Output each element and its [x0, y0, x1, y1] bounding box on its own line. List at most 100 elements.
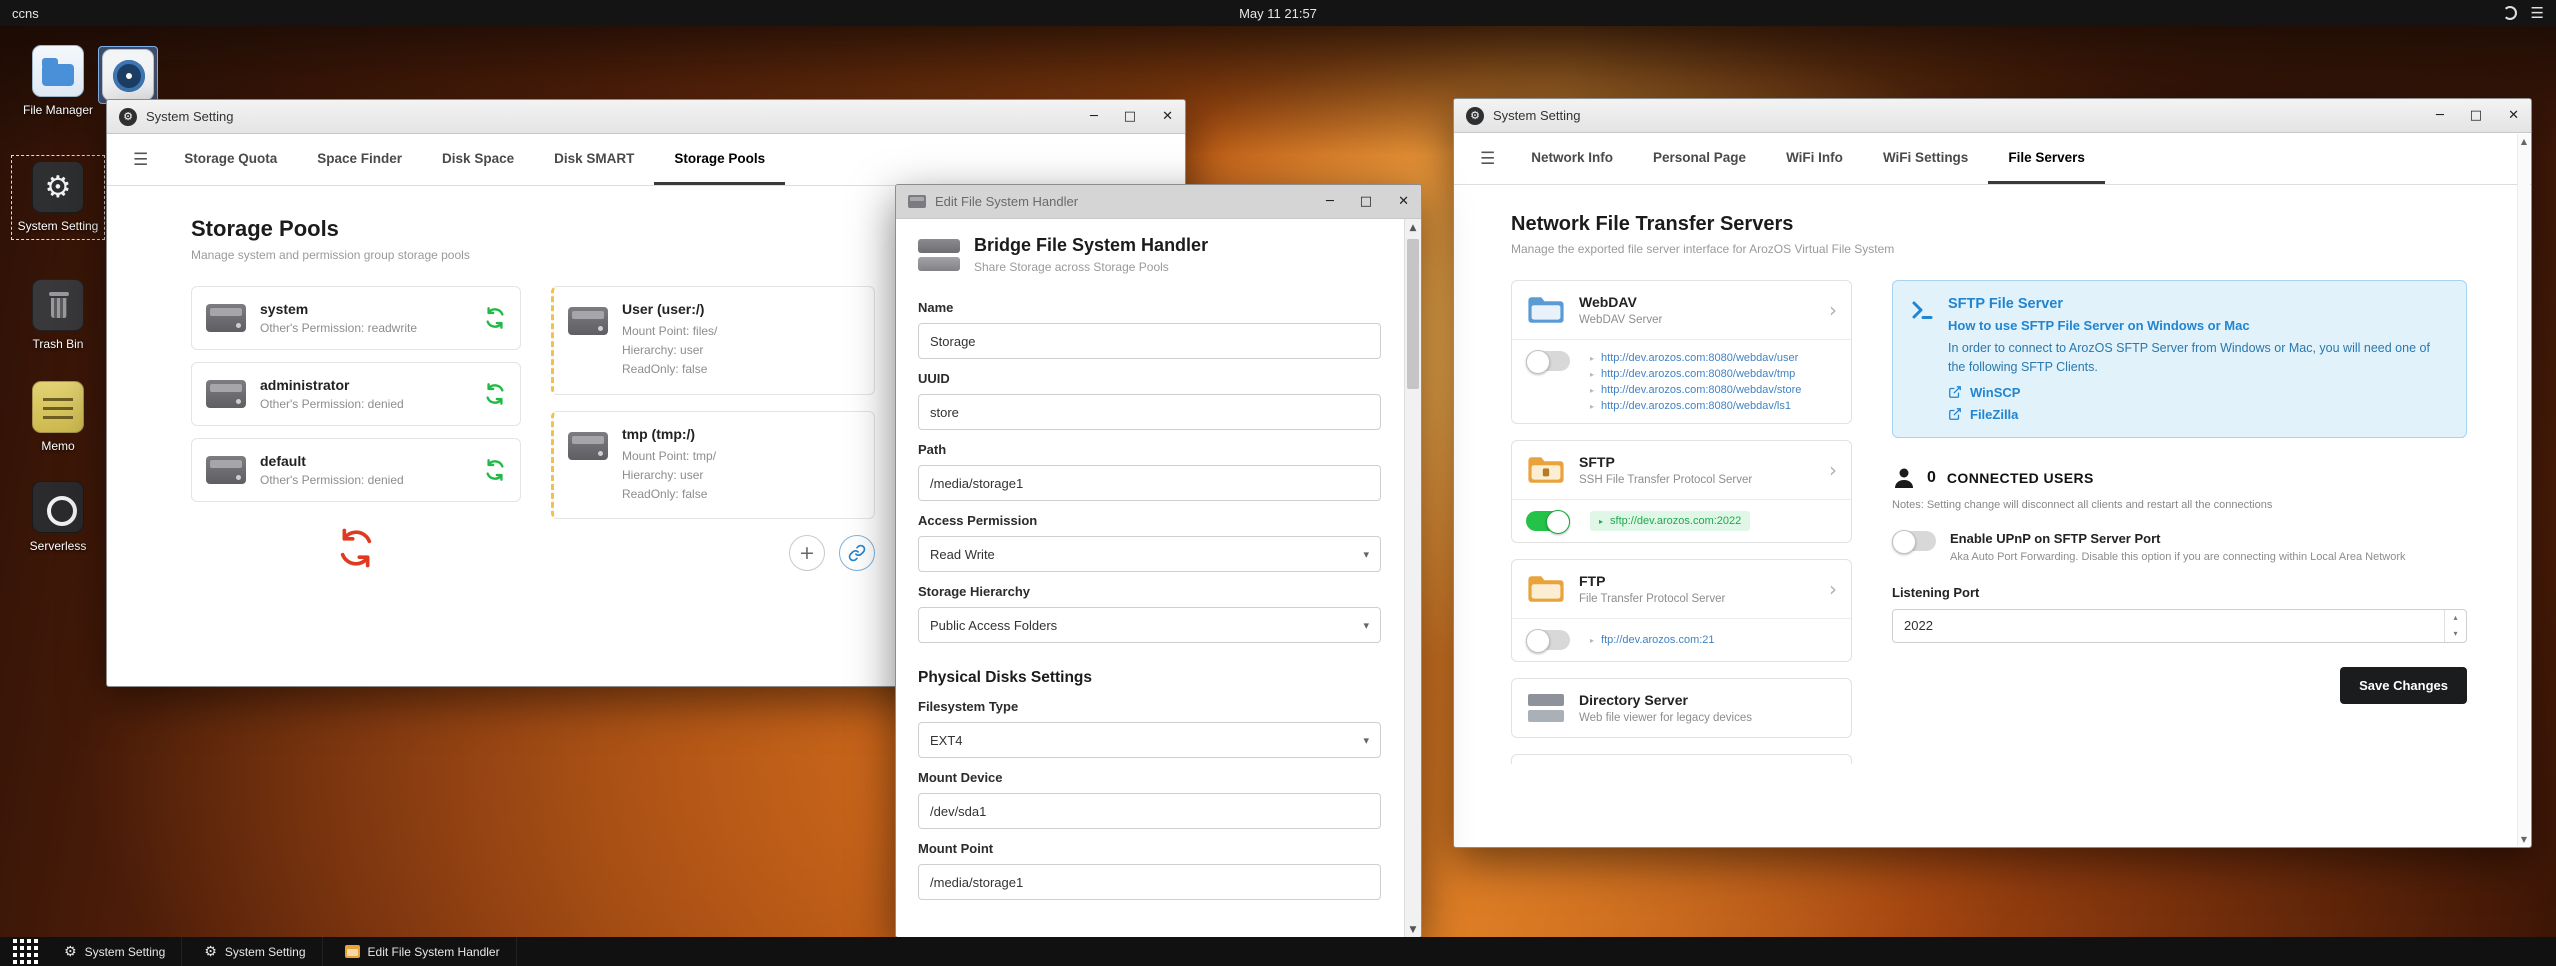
sftp-toggle[interactable]: [1526, 510, 1570, 534]
clock: May 11 21:57: [1239, 5, 1317, 21]
tab-disk-space[interactable]: Disk Space: [422, 134, 534, 185]
window-scrollbar[interactable]: ▲ ▼: [1404, 219, 1421, 937]
minimize-button[interactable]: ─: [2436, 109, 2444, 122]
drive-icon: [206, 304, 246, 332]
maximize-button[interactable]: □: [2470, 109, 2482, 122]
name-input[interactable]: [918, 323, 1381, 359]
topbar-menu-icon[interactable]: ☰: [2531, 4, 2544, 22]
close-button[interactable]: ✕: [2508, 109, 2519, 122]
sync-icon[interactable]: [484, 307, 506, 329]
tab-file-servers[interactable]: File Servers: [1988, 133, 2105, 184]
sync-icon[interactable]: [484, 459, 506, 481]
maximize-button[interactable]: □: [1360, 195, 1372, 208]
connected-users-row: 0 CONNECTED USERS: [1892, 466, 2467, 490]
mount-device-input[interactable]: [918, 793, 1381, 829]
listening-port-input[interactable]: [1892, 608, 2467, 643]
tab-personal-page[interactable]: Personal Page: [1633, 133, 1766, 184]
sidebar-menu-icon[interactable]: ☰: [117, 150, 164, 170]
spinner-down-icon[interactable]: ▾: [2445, 626, 2466, 642]
server-card-partial: [1511, 754, 1852, 764]
desktop-icon-media-app[interactable]: [98, 46, 158, 104]
sync-icon[interactable]: [484, 383, 506, 405]
scroll-up-icon[interactable]: ▲: [2518, 134, 2530, 148]
add-mount-button[interactable]: +: [789, 535, 825, 572]
desktop-icon-memo[interactable]: Memo: [10, 378, 106, 457]
tab-wifi-settings[interactable]: WiFi Settings: [1863, 133, 1988, 184]
ftp-toggle[interactable]: [1526, 629, 1570, 653]
gear-icon: ⚙: [204, 943, 217, 960]
storage-pool-card-administrator[interactable]: administrator Other's Permission: denied: [191, 362, 521, 426]
chevron-right-icon[interactable]: ›: [1829, 577, 1837, 601]
tab-storage-pools[interactable]: Storage Pools: [654, 134, 786, 185]
ftp-link[interactable]: ftp://dev.arozos.com:21: [1601, 634, 1715, 646]
client-link-filezilla[interactable]: FileZilla: [1948, 407, 2449, 422]
sftp-link[interactable]: sftp://dev.arozos.com:2022: [1610, 515, 1741, 527]
access-permission-select[interactable]: Read Write ▾: [918, 536, 1381, 572]
close-button[interactable]: ✕: [1398, 195, 1409, 208]
server-card-header[interactable]: Directory Server Web file viewer for leg…: [1512, 679, 1851, 737]
uuid-input[interactable]: [918, 394, 1381, 430]
task-item-system-setting-2[interactable]: ⚙ System Setting: [188, 937, 323, 966]
upnp-toggle[interactable]: [1892, 529, 1936, 554]
mount-card-user[interactable]: User (user:/) Mount Point: files/ Hierar…: [551, 286, 875, 395]
minimize-button[interactable]: ─: [1090, 110, 1098, 123]
webdav-link[interactable]: http://dev.arozos.com:8080/webdav/store: [1601, 384, 1801, 396]
refresh-pools-icon[interactable]: [336, 528, 376, 568]
app-grid-icon: [12, 939, 17, 943]
form-title: Bridge File System Handler: [974, 235, 1209, 255]
server-card-header[interactable]: SFTP SSH File Transfer Protocol Server ›: [1512, 441, 1851, 499]
desktop-icon-label: Trash Bin: [32, 337, 84, 351]
sidebar-menu-icon[interactable]: ☰: [1464, 149, 1511, 169]
mount-point-input[interactable]: [918, 864, 1381, 900]
close-button[interactable]: ✕: [1162, 110, 1173, 123]
scroll-down-icon[interactable]: ▼: [2518, 832, 2530, 846]
maximize-button[interactable]: □: [1124, 110, 1136, 123]
server-card-header[interactable]: FTP File Transfer Protocol Server ›: [1512, 560, 1851, 618]
desktop-icon-system-setting[interactable]: ⚙ System Setting: [10, 155, 106, 240]
mount-card-tmp[interactable]: tmp (tmp:/) Mount Point: tmp/ Hierarchy:…: [551, 410, 875, 520]
mount-hierarchy: Hierarchy: user: [622, 343, 704, 358]
gear-icon: ⚙: [1466, 106, 1484, 125]
storage-pool-card-system[interactable]: system Other's Permission: readwrite: [191, 286, 521, 350]
scroll-down-icon[interactable]: ▼: [1405, 921, 1421, 937]
window-titlebar[interactable]: ⚙ System Setting ─ □ ✕: [1454, 99, 2531, 133]
chevron-right-icon[interactable]: ›: [1829, 458, 1837, 482]
chevron-right-icon[interactable]: ›: [1829, 298, 1837, 322]
spinner-up-icon[interactable]: ▴: [2445, 610, 2466, 626]
client-link-winscp[interactable]: WinSCP: [1948, 385, 2449, 400]
status-ring-icon[interactable]: [2502, 6, 2517, 20]
server-card-header[interactable]: WebDAV WebDAV Server ›: [1512, 281, 1851, 339]
webdav-link[interactable]: http://dev.arozos.com:8080/webdav/ls1: [1601, 400, 1791, 412]
scroll-up-icon[interactable]: ▲: [1405, 219, 1421, 236]
desktop-icon-serverless[interactable]: Serverless: [10, 478, 106, 557]
link-mount-button[interactable]: [839, 535, 875, 572]
webdav-toggle[interactable]: [1526, 350, 1570, 374]
name-label: Name: [918, 300, 954, 315]
caret-down-icon: ▾: [1363, 618, 1369, 632]
pool-permission: Other's Permission: readwrite: [260, 321, 418, 335]
storage-pool-card-default[interactable]: default Other's Permission: denied: [191, 438, 521, 502]
tab-network-info[interactable]: Network Info: [1511, 133, 1633, 184]
desktop-icon-file-manager[interactable]: File Manager: [10, 42, 106, 121]
task-item-edit-file-system-handler[interactable]: Edit File System Handler: [329, 937, 517, 966]
scrollbar-thumb[interactable]: [1407, 239, 1419, 389]
save-changes-button[interactable]: Save Changes: [2340, 666, 2467, 704]
webdav-link[interactable]: http://dev.arozos.com:8080/webdav/tmp: [1601, 368, 1795, 380]
ftp-folder-icon: [1528, 576, 1564, 602]
task-item-system-setting-1[interactable]: ⚙ System Setting: [48, 937, 183, 966]
tab-wifi-info[interactable]: WiFi Info: [1766, 133, 1863, 184]
filesystem-type-select[interactable]: EXT4 ▾: [918, 722, 1381, 758]
window-titlebar[interactable]: Edit File System Handler ─ □ ✕: [896, 185, 1421, 219]
tab-space-finder[interactable]: Space Finder: [297, 134, 422, 185]
tab-disk-smart[interactable]: Disk SMART: [534, 134, 654, 185]
path-input[interactable]: [918, 465, 1381, 501]
webdav-link[interactable]: http://dev.arozos.com:8080/webdav/user: [1601, 352, 1798, 364]
tab-storage-quota[interactable]: Storage Quota: [164, 134, 297, 185]
minimize-button[interactable]: ─: [1326, 195, 1334, 208]
storage-hierarchy-select[interactable]: Public Access Folders ▾: [918, 607, 1381, 643]
window-titlebar[interactable]: ⚙ System Setting ─ □ ✕: [107, 100, 1185, 134]
app-launcher-button[interactable]: [8, 937, 42, 966]
mount-point: Mount Point: tmp/: [622, 448, 717, 463]
window-scrollbar[interactable]: ▲ ▼: [2517, 134, 2530, 846]
desktop-icon-trash-bin[interactable]: Trash Bin: [10, 276, 106, 355]
